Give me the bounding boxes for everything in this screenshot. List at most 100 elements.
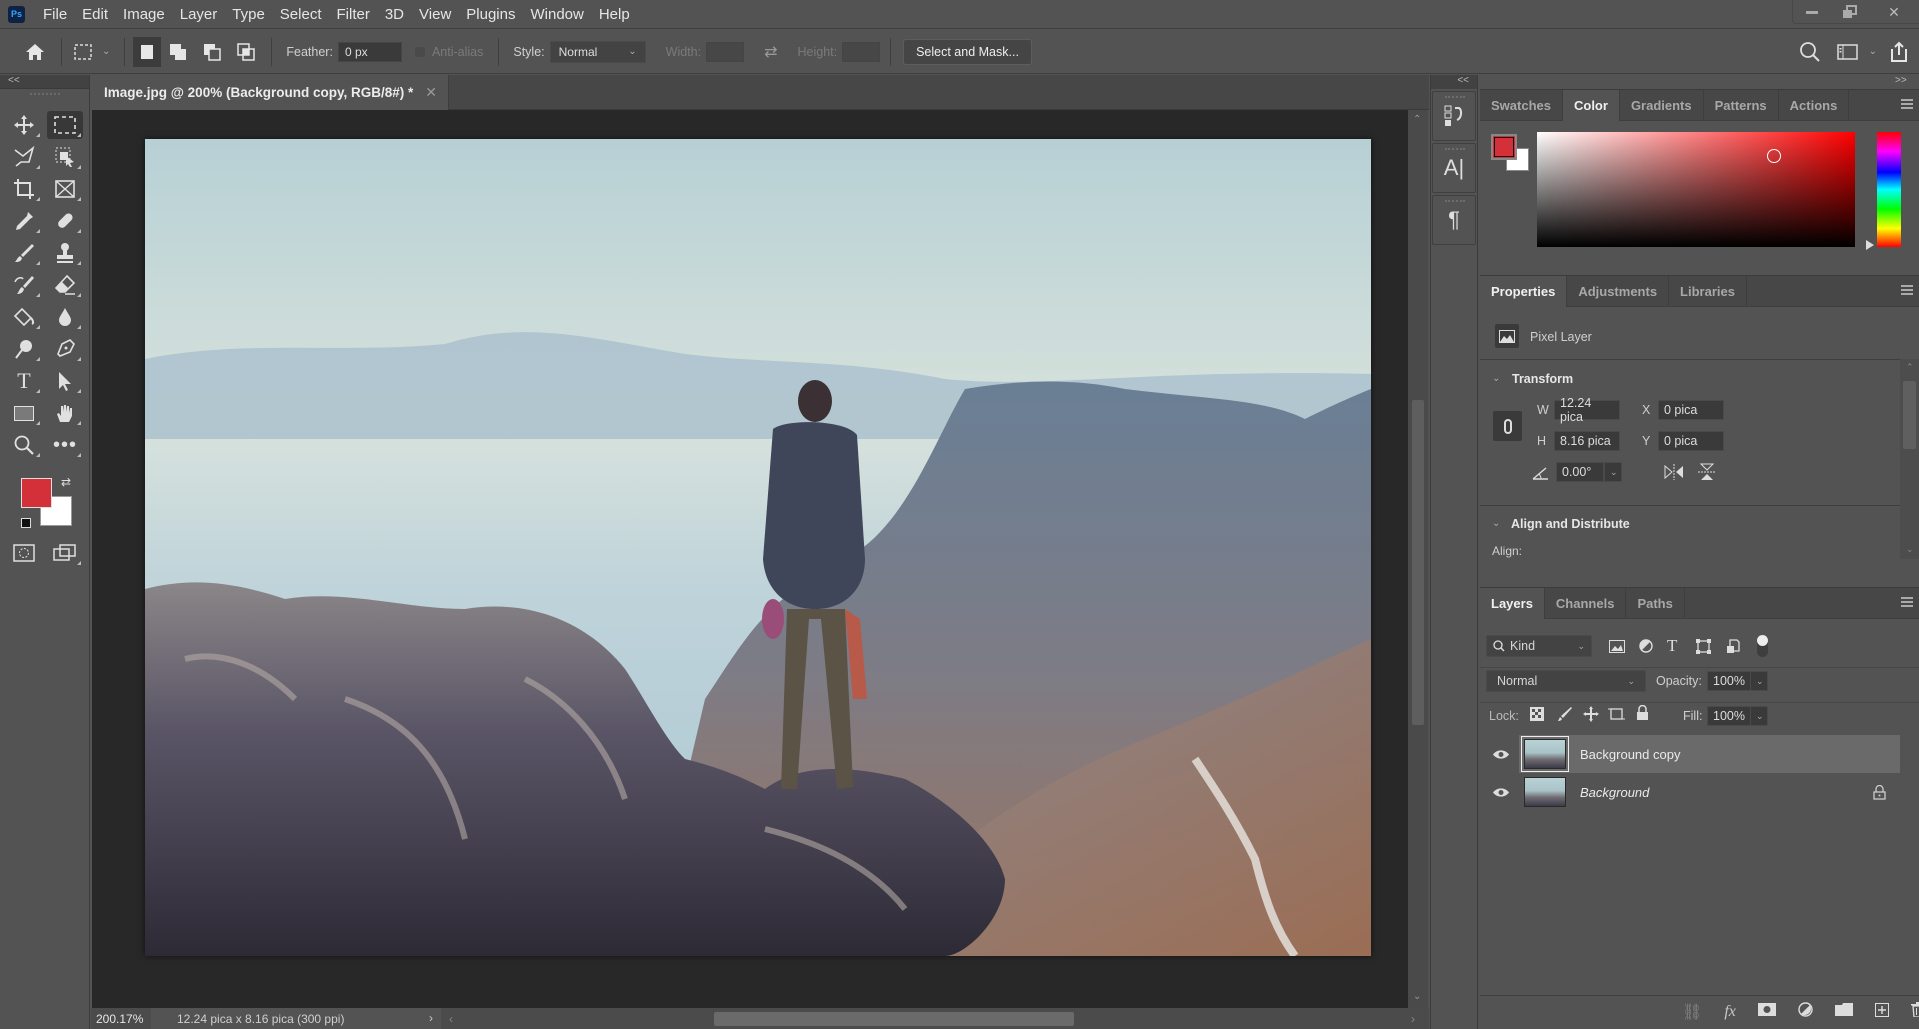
clone-stamp-tool[interactable] bbox=[47, 239, 83, 267]
feather-input[interactable]: 0 px bbox=[337, 41, 402, 62]
scroll-down-icon[interactable]: ⌄ bbox=[1413, 991, 1421, 1002]
hue-slider[interactable] bbox=[1877, 132, 1901, 247]
expand-panels-button[interactable]: >> bbox=[1895, 75, 1907, 86]
lock-all-icon[interactable] bbox=[1636, 705, 1649, 721]
style-select[interactable]: Normal ⌄ bbox=[549, 40, 646, 63]
filter-type-icon[interactable]: T bbox=[1667, 636, 1677, 656]
marquee-preset-button[interactable] bbox=[70, 37, 96, 67]
antialias-checkbox[interactable] bbox=[413, 45, 426, 58]
crop-tool[interactable] bbox=[6, 175, 42, 203]
filter-smart-object-icon[interactable] bbox=[1726, 639, 1740, 654]
toolbar-grip[interactable] bbox=[29, 93, 60, 103]
new-layer-icon[interactable] bbox=[1874, 1002, 1889, 1022]
chevron-down-icon[interactable]: ⌄ bbox=[102, 46, 110, 57]
width-input[interactable]: 12.24 pica bbox=[1554, 396, 1620, 424]
visibility-eye-icon[interactable] bbox=[1492, 787, 1510, 798]
zoom-level-field[interactable]: 200.17% bbox=[91, 1008, 151, 1029]
tab-channels[interactable]: Channels bbox=[1545, 588, 1627, 619]
fill-dropdown[interactable]: ⌄ bbox=[1750, 706, 1768, 726]
frame-tool[interactable] bbox=[47, 175, 83, 203]
new-selection-button[interactable] bbox=[133, 36, 162, 67]
chevron-down-icon[interactable]: ⌄ bbox=[1869, 46, 1877, 57]
collapse-toolbar-button[interactable]: << bbox=[0, 75, 89, 89]
color-picker-cursor[interactable] bbox=[1767, 149, 1781, 163]
home-button[interactable] bbox=[17, 37, 53, 67]
foreground-color-swatch[interactable] bbox=[21, 478, 52, 508]
transform-collapse-icon[interactable]: ⌄ bbox=[1492, 373, 1500, 384]
flip-horizontal-icon[interactable] bbox=[1663, 464, 1685, 480]
swap-colors-icon[interactable]: ⇄ bbox=[61, 475, 71, 489]
menu-layer[interactable]: Layer bbox=[180, 6, 218, 23]
visibility-eye-icon[interactable] bbox=[1492, 749, 1510, 760]
tab-layers[interactable]: Layers bbox=[1480, 588, 1545, 619]
pen-tool[interactable] bbox=[47, 335, 83, 363]
blur-tool[interactable] bbox=[47, 303, 83, 331]
menu-filter[interactable]: Filter bbox=[337, 6, 370, 23]
link-layers-icon[interactable]: ⛓ bbox=[1682, 1002, 1702, 1022]
link-dimensions-button[interactable] bbox=[1493, 411, 1522, 441]
document-image[interactable] bbox=[145, 139, 1371, 956]
blend-mode-select[interactable]: Normal ⌄ bbox=[1486, 670, 1646, 692]
share-icon[interactable] bbox=[1889, 41, 1909, 63]
document-tab[interactable]: Image.jpg @ 200% (Background copy, RGB/8… bbox=[91, 75, 449, 110]
tab-color[interactable]: Color bbox=[1562, 90, 1620, 121]
fx-icon[interactable]: fx bbox=[1724, 1003, 1736, 1021]
panel-menu-icon[interactable] bbox=[1901, 285, 1913, 295]
layer-name[interactable]: Background copy bbox=[1580, 747, 1680, 762]
history-brush-tool[interactable] bbox=[6, 271, 42, 299]
menu-3d[interactable]: 3D bbox=[385, 6, 404, 23]
tab-actions[interactable]: Actions bbox=[1779, 90, 1850, 121]
status-menu-arrow-icon[interactable]: › bbox=[421, 1008, 441, 1029]
menu-type[interactable]: Type bbox=[232, 6, 265, 23]
paragraph-panel-button[interactable]: ¶ bbox=[1432, 195, 1476, 245]
layer-filter-select[interactable]: Kind ⌄ bbox=[1486, 635, 1592, 657]
add-to-selection-button[interactable] bbox=[161, 37, 195, 67]
eraser-tool[interactable] bbox=[47, 271, 83, 299]
properties-scrollbar-thumb[interactable] bbox=[1903, 381, 1916, 449]
new-group-icon[interactable] bbox=[1834, 1003, 1853, 1021]
angle-dropdown[interactable]: ⌄ bbox=[1604, 462, 1622, 482]
tab-properties[interactable]: Properties bbox=[1480, 276, 1568, 307]
color-field[interactable] bbox=[1537, 132, 1855, 247]
hand-tool[interactable] bbox=[47, 399, 83, 427]
opacity-input[interactable]: 100% bbox=[1707, 671, 1751, 691]
menu-window[interactable]: Window bbox=[530, 6, 583, 23]
menu-image[interactable]: Image bbox=[123, 6, 165, 23]
tab-swatches[interactable]: Swatches bbox=[1480, 90, 1563, 121]
menu-plugins[interactable]: Plugins bbox=[466, 6, 515, 23]
width-input[interactable] bbox=[706, 41, 745, 62]
lock-artboard-icon[interactable] bbox=[1608, 706, 1625, 722]
brush-tool[interactable] bbox=[6, 239, 42, 267]
search-icon[interactable] bbox=[1799, 41, 1821, 63]
history-panel-button[interactable] bbox=[1432, 91, 1476, 141]
foreground-color-chip[interactable] bbox=[1491, 134, 1517, 160]
move-tool[interactable] bbox=[6, 111, 42, 139]
delete-layer-icon[interactable] bbox=[1910, 1002, 1919, 1022]
paint-bucket-tool[interactable] bbox=[6, 303, 42, 331]
tab-adjustments[interactable]: Adjustments bbox=[1567, 276, 1670, 307]
filter-adjustment-icon[interactable] bbox=[1639, 639, 1653, 653]
layer-row[interactable]: Background copy bbox=[1480, 735, 1900, 773]
lock-position-icon[interactable] bbox=[1583, 706, 1599, 722]
lock-transparent-pixels-icon[interactable] bbox=[1530, 707, 1544, 721]
tab-patterns[interactable]: Patterns bbox=[1704, 90, 1779, 121]
scroll-up-icon[interactable]: ⌃ bbox=[1906, 362, 1914, 373]
height-input[interactable] bbox=[842, 41, 881, 62]
more-tools-button[interactable]: ••• bbox=[47, 431, 83, 459]
layer-lock-icon[interactable] bbox=[1873, 784, 1886, 800]
intersect-selection-button[interactable] bbox=[229, 37, 263, 67]
eyedropper-tool[interactable] bbox=[6, 207, 42, 235]
tab-libraries[interactable]: Libraries bbox=[1669, 276, 1747, 307]
workspace-icon[interactable] bbox=[1836, 43, 1859, 61]
restore-button[interactable] bbox=[1831, 0, 1869, 24]
add-mask-icon[interactable] bbox=[1757, 1003, 1776, 1021]
object-selection-tool[interactable] bbox=[47, 143, 83, 171]
close-document-icon[interactable]: ✕ bbox=[425, 84, 437, 101]
layer-row[interactable]: Background bbox=[1480, 773, 1900, 811]
panel-menu-icon[interactable] bbox=[1901, 99, 1913, 109]
default-colors-icon[interactable] bbox=[21, 518, 31, 528]
properties-scrollbar[interactable]: ⌃ ⌄ bbox=[1900, 359, 1919, 559]
dodge-tool[interactable] bbox=[6, 335, 42, 363]
panel-menu-icon[interactable] bbox=[1901, 597, 1913, 607]
scroll-left-icon[interactable]: ‹ bbox=[449, 1012, 453, 1026]
